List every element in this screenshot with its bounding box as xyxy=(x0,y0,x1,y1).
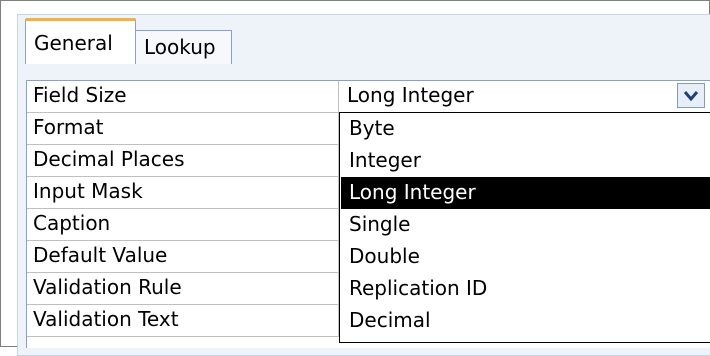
dropdown-option[interactable]: Replication ID xyxy=(341,273,710,305)
dropdown-option[interactable]: Single xyxy=(341,209,710,241)
property-label: Decimal Places xyxy=(33,147,185,171)
dropdown-option[interactable]: Integer xyxy=(341,145,710,177)
field-size-dropdown-list: Byte Integer Long Integer Single Double … xyxy=(339,112,710,343)
tab-lookup-label: Lookup xyxy=(144,35,216,59)
property-label: Format xyxy=(33,115,104,139)
dropdown-option-selected[interactable]: Long Integer xyxy=(341,177,710,209)
chevron-down-icon xyxy=(683,91,699,102)
property-label: Field Size xyxy=(33,83,127,107)
tab-general-label: General xyxy=(34,31,113,55)
property-label: Validation Rule xyxy=(33,275,182,299)
dropdown-option[interactable]: Decimal xyxy=(341,305,710,337)
property-row-field-size: Field Size Long Integer xyxy=(27,81,710,113)
property-label: Input Mask xyxy=(33,179,143,203)
dropdown-option[interactable]: Byte xyxy=(341,113,710,145)
tab-general[interactable]: General xyxy=(25,18,136,64)
tab-lookup[interactable]: Lookup xyxy=(135,30,232,64)
dropdown-button[interactable] xyxy=(677,83,705,108)
dropdown-option[interactable]: Double xyxy=(341,241,710,273)
property-label: Default Value xyxy=(33,243,168,267)
field-size-select[interactable]: Long Integer xyxy=(338,81,710,113)
field-size-value: Long Integer xyxy=(347,83,474,107)
property-label: Caption xyxy=(33,211,111,235)
property-label: Validation Text xyxy=(33,307,179,331)
